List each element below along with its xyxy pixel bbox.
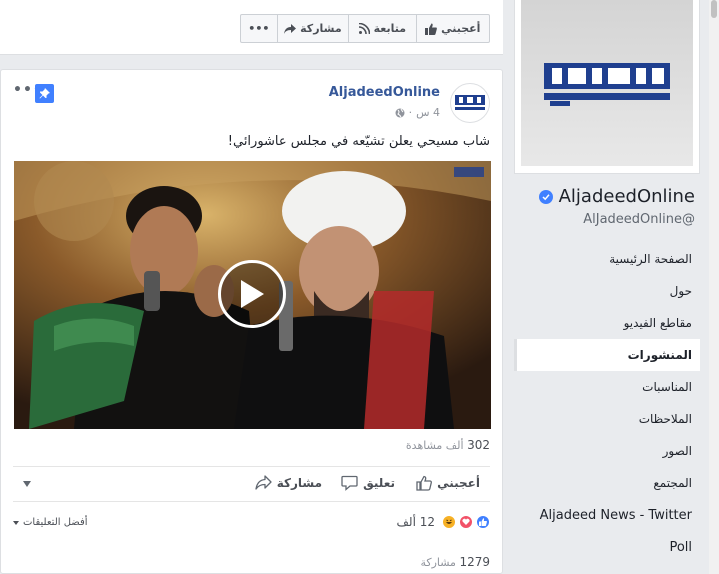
post-text: شاب مسيحي يعلن تشيّعه في مجلس عاشورائي! [227,134,490,149]
sidebar-item-label: الملاحظات [638,412,692,426]
sidebar-item-label: المناسبات [642,380,692,394]
like-button[interactable]: أعجبني [416,475,480,491]
share-dropdown-caret-icon[interactable] [23,481,31,487]
comment-sort-label: أفضل التعليقات [23,517,88,528]
sidebar-item-label: مقاطع الفيديو [623,316,692,330]
page-follow-label: متابعة [373,22,407,35]
video-view-count: 302 ألف مشاهدة [406,438,490,452]
sidebar-item-label: المجتمع [653,476,692,490]
share-button[interactable]: مشاركة [255,475,322,490]
thumbs-up-icon [425,23,437,35]
shares-text: مشاركة [420,556,456,569]
sidebar-item-home[interactable]: الصفحة الرئيسية [514,243,700,275]
rss-follow-icon [358,23,370,34]
profile-picture-card [514,0,700,174]
page-like-label: أعجبني [441,22,481,35]
sidebar-item-label: المنشورات [627,348,692,362]
more-label: ••• [248,22,270,35]
sort-caret-icon [13,520,19,525]
reactions-count: 12 ألف [396,515,435,529]
page-actions-bar: ••• مشاركة متابعة أعجبني [0,0,503,55]
like-label: أعجبني [437,476,480,490]
page-avatar[interactable] [450,83,490,123]
page-like-button[interactable]: أعجبني [415,15,489,42]
reactions-summary[interactable]: 12 ألف [396,515,490,529]
comment-sort-dropdown[interactable]: أفضل التعليقات [13,517,88,528]
sidebar-item-label: Poll [669,539,692,555]
haha-reaction-icon [442,515,456,529]
comment-label: تعليق [363,476,395,490]
page-sidebar-nav: الصفحة الرئيسية حول مقاطع الفيديو المنشو… [514,243,700,563]
sidebar-item-videos[interactable]: مقاطع الفيديو [514,307,700,339]
separator-dot: · [408,106,413,119]
share-arrow-outline-icon [255,475,272,490]
play-button-icon[interactable] [218,260,286,328]
thumbs-up-outline-icon [416,475,433,491]
pin-post-icon[interactable] [35,84,54,103]
profile-picture[interactable] [521,0,693,166]
page-actions-group: ••• مشاركة متابعة أعجبني [240,14,490,43]
sidebar-item-label: Aljadeed News - Twitter [539,507,692,523]
comment-button[interactable]: تعليق [341,475,395,491]
share-label: مشاركة [276,475,322,490]
video-player[interactable] [14,161,491,429]
share-count[interactable]: 1279 مشاركة [420,555,490,569]
globe-audience-icon[interactable] [395,108,405,118]
post-card: ••• AljadeedOnline 4 س · شاب مسيحي يعلن … [0,69,503,574]
sidebar-item-posts[interactable]: المنشورات [514,339,700,371]
page-share-label: مشاركة [300,22,342,35]
page-follow-button[interactable]: متابعة [348,15,415,42]
shares-number: 1279 [459,555,490,569]
like-reaction-icon [476,515,490,529]
aljadeed-logo [544,63,670,106]
sidebar-item-photos[interactable]: الصور [514,435,700,467]
views-text: ألف مشاهدة [405,439,464,452]
post-timestamp[interactable]: 4 س [416,106,440,119]
post-author-link[interactable]: AljadeedOnline [329,85,440,100]
sidebar-item-poll[interactable]: Poll [514,531,700,563]
scrollbar-thumb[interactable] [711,0,717,18]
page-more-button[interactable]: ••• [241,15,277,42]
reactions-row: أفضل التعليقات 12 ألف [13,514,490,534]
sidebar-item-label: حول [669,284,692,298]
sidebar-item-about[interactable]: حول [514,275,700,307]
sidebar-item-community[interactable]: المجتمع [514,467,700,499]
post-meta: 4 س · [395,106,440,119]
verified-badge-icon [538,189,553,204]
love-reaction-icon [459,515,473,529]
post-actions-bar: أعجبني تعليق مشاركة [13,466,490,502]
views-number: 302 [467,438,490,452]
page-share-button[interactable]: مشاركة [276,15,348,42]
sidebar-item-events[interactable]: المناسبات [514,371,700,403]
sidebar-item-notes[interactable]: الملاحظات [514,403,700,435]
share-arrow-icon [284,23,297,34]
scrollbar[interactable] [709,0,719,574]
comment-bubble-icon [341,475,358,491]
page-name-text: AljadeedOnline [558,186,695,207]
sidebar-item-label: الصور [662,444,692,458]
sidebar-item-twitter[interactable]: Aljadeed News - Twitter [514,499,700,531]
page-name[interactable]: AljadeedOnline [538,186,695,207]
sidebar-item-label: الصفحة الرئيسية [609,252,692,266]
page-username[interactable]: AlJadeedOnline@ [583,212,695,227]
